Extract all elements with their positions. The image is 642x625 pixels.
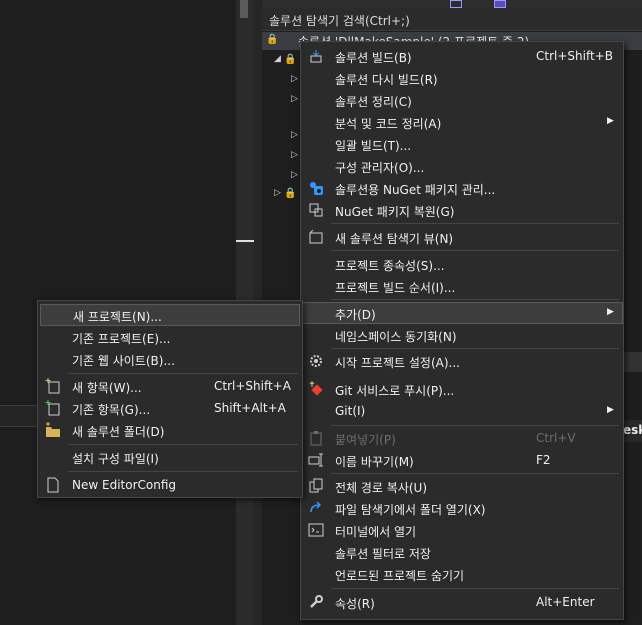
submenu-item-setup-config[interactable]: 설치 구성 파일(I) bbox=[38, 446, 302, 468]
submenu-item-new-editorconfig[interactable]: New EditorConfig bbox=[38, 474, 302, 496]
nuget-restore-icon bbox=[308, 202, 324, 218]
menu-item-rename[interactable]: 이름 바꾸기(M) F2 bbox=[301, 449, 623, 471]
collapse-arrow-icon[interactable]: ▷ bbox=[291, 94, 298, 104]
scroll-marker bbox=[236, 240, 254, 242]
wrench-icon bbox=[308, 594, 324, 610]
menu-item-rebuild-solution[interactable]: 솔루션 다시 빌드(R) bbox=[301, 67, 623, 89]
menu-separator bbox=[331, 348, 619, 349]
menu-separator bbox=[68, 471, 298, 472]
menu-item-analyze-cleanup[interactable]: 분석 및 코드 정리(A) ▶ bbox=[301, 111, 623, 133]
lock-icon: 🔒 bbox=[284, 188, 297, 199]
menu-item-build-solution[interactable]: 솔루션 빌드(B) Ctrl+Shift+B bbox=[301, 45, 623, 67]
lock-icon: 🔒 bbox=[284, 54, 297, 65]
menu-item-manage-nuget[interactable]: 솔루션용 NuGet 패키지 관리... bbox=[301, 177, 623, 199]
collapse-arrow-icon[interactable]: ▷ bbox=[274, 188, 281, 198]
file-icon bbox=[45, 477, 61, 493]
submenu-item-new-project[interactable]: 새 프로젝트(N)... bbox=[40, 304, 300, 326]
submenu-arrow-icon: ▶ bbox=[607, 307, 614, 317]
menu-item-paste[interactable]: 붙여넣기(P) Ctrl+V bbox=[301, 427, 623, 449]
new-item-icon bbox=[45, 378, 61, 394]
menu-item-build-order[interactable]: 프로젝트 빌드 순서(I)... bbox=[301, 275, 623, 297]
menu-item-add[interactable]: 추가(D) ▶ bbox=[301, 302, 623, 324]
new-view-icon bbox=[308, 229, 324, 245]
properties-header bbox=[622, 352, 642, 372]
partial-text: esk bbox=[623, 423, 642, 437]
submenu-item-existing-website[interactable]: 기존 웹 사이트(B)... bbox=[38, 348, 302, 370]
menu-separator bbox=[331, 588, 619, 589]
solution-folder-icon bbox=[45, 422, 61, 438]
rename-icon bbox=[308, 452, 324, 468]
submenu-item-existing-item[interactable]: 기존 항목(G)... Shift+Alt+A bbox=[38, 397, 302, 419]
copy-icon bbox=[308, 478, 324, 494]
collapse-arrow-icon[interactable]: ▷ bbox=[291, 150, 298, 160]
menu-item-git[interactable]: Git(I) ▶ bbox=[301, 400, 623, 422]
collapse-arrow-icon[interactable]: ▷ bbox=[291, 130, 298, 140]
collapse-arrow-icon[interactable]: ▷ bbox=[291, 170, 298, 180]
solution-explorer-toolbar bbox=[262, 0, 642, 8]
menu-item-copy-full-path[interactable]: 전체 경로 복사(U) bbox=[301, 475, 623, 497]
search-placeholder: 솔루션 탐색기 검색(Ctrl+;) bbox=[269, 14, 410, 28]
expand-arrow-icon[interactable]: ◢ bbox=[274, 54, 281, 64]
menu-item-new-se-view[interactable]: 새 솔루션 탐색기 뷰(N) bbox=[301, 226, 623, 248]
menu-item-hide-unloaded[interactable]: 언로드된 프로젝트 숨기기 bbox=[301, 563, 623, 585]
add-submenu: 새 프로젝트(N)... 기존 프로젝트(E)... 기존 웹 사이트(B)..… bbox=[37, 300, 303, 498]
collapse-arrow-icon[interactable]: ▷ bbox=[291, 74, 298, 84]
toolbar-button-icon[interactable] bbox=[450, 0, 462, 8]
menu-item-batch-build[interactable]: 일괄 빌드(T)... bbox=[301, 133, 623, 155]
open-folder-icon bbox=[308, 500, 324, 516]
menu-item-open-in-explorer[interactable]: 파일 탐색기에서 폴더 열기(X) bbox=[301, 497, 623, 519]
menu-separator bbox=[331, 473, 619, 474]
menu-item-properties[interactable]: 속성(R) Alt+Enter bbox=[301, 591, 623, 613]
menu-separator bbox=[331, 250, 619, 251]
menu-separator bbox=[68, 373, 298, 374]
paste-icon bbox=[308, 430, 324, 446]
menu-item-save-as-filter[interactable]: 솔루션 필터로 저장 bbox=[301, 541, 623, 563]
toolbar-toggle-icon[interactable] bbox=[494, 0, 506, 8]
menu-separator bbox=[68, 444, 298, 445]
nuget-icon bbox=[308, 180, 324, 196]
menu-item-clean-solution[interactable]: 솔루션 정리(C) bbox=[301, 89, 623, 111]
partial-text-row: esk bbox=[622, 420, 642, 442]
menu-item-sync-namespaces[interactable]: 네임스페이스 동기화(N) bbox=[301, 324, 623, 346]
submenu-item-new-solution-folder[interactable]: 새 솔루션 폴더(D) bbox=[38, 419, 302, 441]
menu-item-restore-nuget[interactable]: NuGet 패키지 복원(G) bbox=[301, 199, 623, 221]
menu-separator bbox=[331, 223, 619, 224]
submenu-arrow-icon: ▶ bbox=[607, 405, 614, 415]
submenu-arrow-icon: ▶ bbox=[607, 116, 614, 126]
git-push-icon bbox=[308, 381, 324, 397]
existing-item-icon bbox=[45, 400, 61, 416]
menu-item-project-dependencies[interactable]: 프로젝트 종속성(S)... bbox=[301, 253, 623, 275]
build-solution-icon bbox=[308, 48, 324, 64]
submenu-item-existing-project[interactable]: 기존 프로젝트(E)... bbox=[38, 326, 302, 348]
menu-item-config-manager[interactable]: 구성 관리자(O)... bbox=[301, 155, 623, 177]
solution-explorer-search[interactable]: 솔루션 탐색기 검색(Ctrl+;) bbox=[262, 8, 642, 31]
gear-icon bbox=[308, 353, 324, 369]
menu-item-open-terminal[interactable]: 터미널에서 열기 bbox=[301, 519, 623, 541]
menu-separator bbox=[331, 299, 619, 300]
menu-item-startup-projects[interactable]: 시작 프로젝트 설정(A)... bbox=[301, 350, 623, 372]
lock-icon: 🔒 bbox=[266, 34, 279, 45]
menu-separator bbox=[331, 425, 619, 426]
scrollbar-thumb[interactable] bbox=[240, 0, 248, 18]
terminal-icon bbox=[308, 522, 324, 538]
menu-item-push-git[interactable]: Git 서비스로 푸시(P)... bbox=[301, 378, 623, 400]
submenu-item-new-item[interactable]: 새 항목(W)... Ctrl+Shift+A bbox=[38, 375, 302, 397]
solution-context-menu: 솔루션 빌드(B) Ctrl+Shift+B 솔루션 다시 빌드(R) 솔루션 … bbox=[300, 41, 624, 620]
